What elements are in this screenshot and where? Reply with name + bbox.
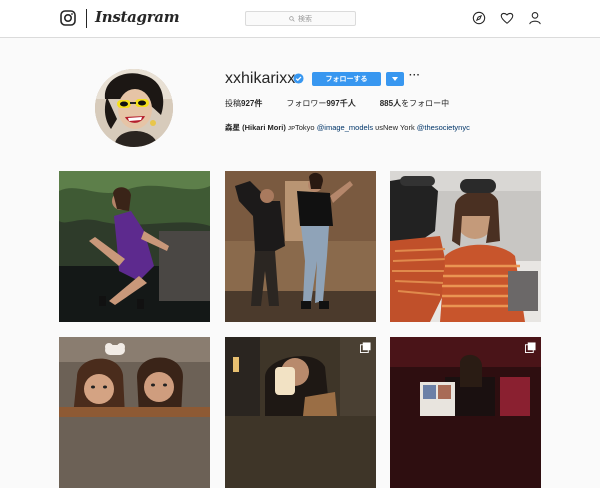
post-thumbnail[interactable] <box>225 337 376 488</box>
multiple-photos-icon <box>360 342 371 353</box>
verified-badge-icon <box>293 73 304 84</box>
bio-link-thesocietynyc[interactable]: @thesocietynyc <box>417 123 470 132</box>
posts-value: 927件 <box>241 99 263 108</box>
search-placeholder: 検索 <box>298 15 312 23</box>
instagram-wordmark[interactable]: Instagram <box>95 8 180 26</box>
post-thumbnail[interactable] <box>390 337 541 488</box>
post-thumbnail[interactable] <box>59 171 210 322</box>
followers-count[interactable]: フォロワー997千人 <box>286 98 355 109</box>
following-count[interactable]: 885人をフォロー中 <box>380 98 449 109</box>
bio-name: 森星 (Hikari Mori) <box>225 123 286 132</box>
chevron-down-icon <box>392 77 398 81</box>
compass-icon[interactable] <box>472 11 486 25</box>
profile-avatar[interactable] <box>95 69 173 147</box>
suggestions-dropdown-button[interactable] <box>386 72 404 86</box>
follow-button[interactable]: フォローする <box>312 72 381 86</box>
posts-count: 投稿927件 <box>225 98 262 109</box>
instagram-glyph-icon[interactable] <box>60 10 76 26</box>
user-icon[interactable] <box>528 11 542 25</box>
bio-link-image-models[interactable]: @image_models <box>317 123 373 132</box>
bio-text-tokyo: ᴊᴘTokyo <box>285 123 317 132</box>
bio-text-newyork: ᴜsNew York <box>373 123 417 132</box>
multiple-photos-icon <box>525 342 536 353</box>
profile-username: xxhikarixx <box>225 70 296 87</box>
profile-bio: 森星 (Hikari Mori) ᴊᴘTokyo @image_models ᴜ… <box>225 122 470 133</box>
post-thumbnail[interactable] <box>225 171 376 322</box>
heart-icon[interactable] <box>500 11 514 25</box>
search-input[interactable]: 検索 <box>245 11 356 26</box>
followers-label: フォロワー <box>286 99 327 108</box>
posts-label: 投稿 <box>225 99 241 108</box>
post-thumbnail[interactable] <box>390 171 541 322</box>
logo-divider <box>86 9 87 28</box>
top-navigation-bar: Instagram 検索 <box>0 0 600 38</box>
followers-value: 997千人 <box>326 99 356 108</box>
following-label: をフォロー中 <box>401 99 450 108</box>
post-thumbnail[interactable] <box>59 337 210 488</box>
profile-stats: 投稿927件 フォロワー997千人 885人をフォロー中 <box>225 98 473 109</box>
search-icon <box>289 15 295 22</box>
more-options-button[interactable]: ··· <box>409 70 421 81</box>
following-value: 885人 <box>379 99 402 108</box>
